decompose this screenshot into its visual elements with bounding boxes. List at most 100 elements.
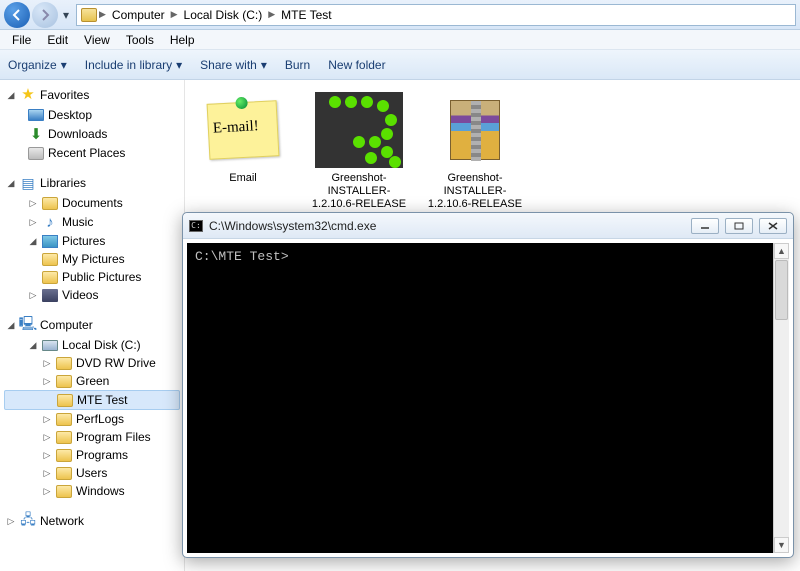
folder-icon [56,357,72,370]
file-label: Greenshot-INSTALLER-1.2.10.6-RELEASE [309,172,409,211]
star-icon: ★ [20,87,36,103]
nav-desktop[interactable]: Desktop [0,106,184,124]
folder-icon [56,467,72,480]
scroll-down-button[interactable]: ▼ [774,537,789,553]
folder-icon [56,375,72,388]
nav-dvd[interactable]: ▷DVD RW Drive [0,354,184,372]
nav-program-files[interactable]: ▷Program Files [0,428,184,446]
folder-icon [56,485,72,498]
nav-downloads[interactable]: ⬇Downloads [0,124,184,144]
maximize-button[interactable] [725,218,753,234]
cmd-scrollbar[interactable]: ▲ ▼ [773,243,789,553]
cmd-titlebar[interactable]: C: C:\Windows\system32\cmd.exe [183,213,793,239]
expand-icon: ▷ [42,414,52,425]
menu-view[interactable]: View [76,31,118,49]
nav-programs[interactable]: ▷Programs [0,446,184,464]
nav-music[interactable]: ▷♪Music [0,212,184,232]
nav-mte-test[interactable]: MTE Test [4,390,180,410]
nav-local-disk[interactable]: ◢Local Disk (C:) [0,336,184,354]
expand-icon: ▷ [42,432,52,443]
burn-button[interactable]: Burn [285,58,310,72]
expand-icon: ▷ [42,376,52,387]
pictures-icon [42,235,58,248]
breadcrumb-computer[interactable]: Computer [108,8,169,22]
close-button[interactable] [759,218,787,234]
cmd-icon: C: [189,220,203,232]
folder-icon [56,413,72,426]
expand-icon: ▷ [28,290,38,301]
expand-icon: ▷ [42,486,52,497]
folder-icon [57,394,73,407]
collapse-icon: ◢ [28,340,38,351]
new-folder-button[interactable]: New folder [328,58,385,72]
libraries-icon: ▤ [20,175,36,191]
music-icon: ♪ [42,214,58,230]
cmd-body[interactable]: C:\MTE Test> ▲ ▼ [187,243,789,553]
include-library-button[interactable]: Include in library▾ [85,58,182,72]
menu-file[interactable]: File [4,31,39,49]
nav-public-pictures[interactable]: Public Pictures [0,268,184,286]
computer-icon: 🖳 [20,317,36,333]
nav-pane: ◢ ★ Favorites Desktop ⬇Downloads Recent … [0,80,185,571]
nav-my-pictures[interactable]: My Pictures [0,250,184,268]
collapse-icon: ◢ [28,236,38,247]
address-bar[interactable]: ▶ Computer ▶ Local Disk (C:) ▶ MTE Test [76,4,796,26]
back-button[interactable] [4,2,30,28]
menu-tools[interactable]: Tools [118,31,162,49]
forward-button[interactable] [32,2,58,28]
email-thumb: E-mail! [207,100,280,160]
nav-documents[interactable]: ▷Documents [0,194,184,212]
nav-perflogs[interactable]: ▷PerfLogs [0,410,184,428]
minimize-button[interactable] [691,218,719,234]
breadcrumb-current[interactable]: MTE Test [277,8,335,22]
menu-help[interactable]: Help [162,31,203,49]
scroll-up-button[interactable]: ▲ [774,243,789,259]
file-greenshot-1[interactable]: Greenshot-INSTALLER-1.2.10.6-RELEASE [309,92,409,211]
archive-thumb [450,100,500,160]
breadcrumb-disk[interactable]: Local Disk (C:) [180,8,267,22]
folder-icon [56,449,72,462]
share-with-button[interactable]: Share with▾ [200,58,267,72]
file-label: Greenshot-INSTALLER-1.2.10.6-RELEASE [425,172,525,211]
greenshot-thumb [315,92,403,168]
organize-button[interactable]: Organize▾ [8,58,67,72]
chevron-down-icon: ▾ [261,58,267,72]
folder-icon [81,8,97,22]
nav-libraries-label: Libraries [40,176,86,190]
cmd-window[interactable]: C: C:\Windows\system32\cmd.exe C:\MTE Te… [182,212,794,558]
nav-users[interactable]: ▷Users [0,464,184,482]
collapse-icon: ◢ [6,178,16,189]
menu-edit[interactable]: Edit [39,31,76,49]
cmd-output: C:\MTE Test> [187,243,773,553]
chevron-right-icon: ▶ [99,9,106,20]
folder-icon [42,271,58,284]
network-icon: 🖧 [20,513,36,529]
expand-icon: ▷ [28,217,38,228]
file-email[interactable]: E-mail! Email [193,92,293,185]
titlebar: ▾ ▶ Computer ▶ Local Disk (C:) ▶ MTE Tes… [0,0,800,30]
nav-network-label: Network [40,514,84,528]
file-greenshot-2[interactable]: Greenshot-INSTALLER-1.2.10.6-RELEASE [425,92,525,211]
scroll-thumb[interactable] [775,260,788,320]
menubar: File Edit View Tools Help [0,30,800,50]
nav-history-dropdown[interactable]: ▾ [60,8,72,22]
nav-libraries[interactable]: ◢ ▤ Libraries [0,172,184,194]
nav-favorites[interactable]: ◢ ★ Favorites [0,84,184,106]
nav-windows[interactable]: ▷Windows [0,482,184,500]
folder-icon [42,253,58,266]
expand-icon: ▷ [42,358,52,369]
nav-videos[interactable]: ▷Videos [0,286,184,304]
nav-green[interactable]: ▷Green [0,372,184,390]
documents-icon [42,197,58,210]
recent-icon [28,147,44,160]
desktop-icon [28,109,44,121]
nav-network[interactable]: ▷ 🖧 Network [0,510,184,532]
chevron-down-icon: ▾ [61,58,67,72]
nav-pictures[interactable]: ◢Pictures [0,232,184,250]
nav-computer[interactable]: ◢ 🖳 Computer [0,314,184,336]
collapse-icon: ◢ [6,320,16,331]
nav-recent[interactable]: Recent Places [0,144,184,162]
disk-icon [42,340,58,351]
expand-icon: ▷ [6,516,16,527]
videos-icon [42,289,58,302]
